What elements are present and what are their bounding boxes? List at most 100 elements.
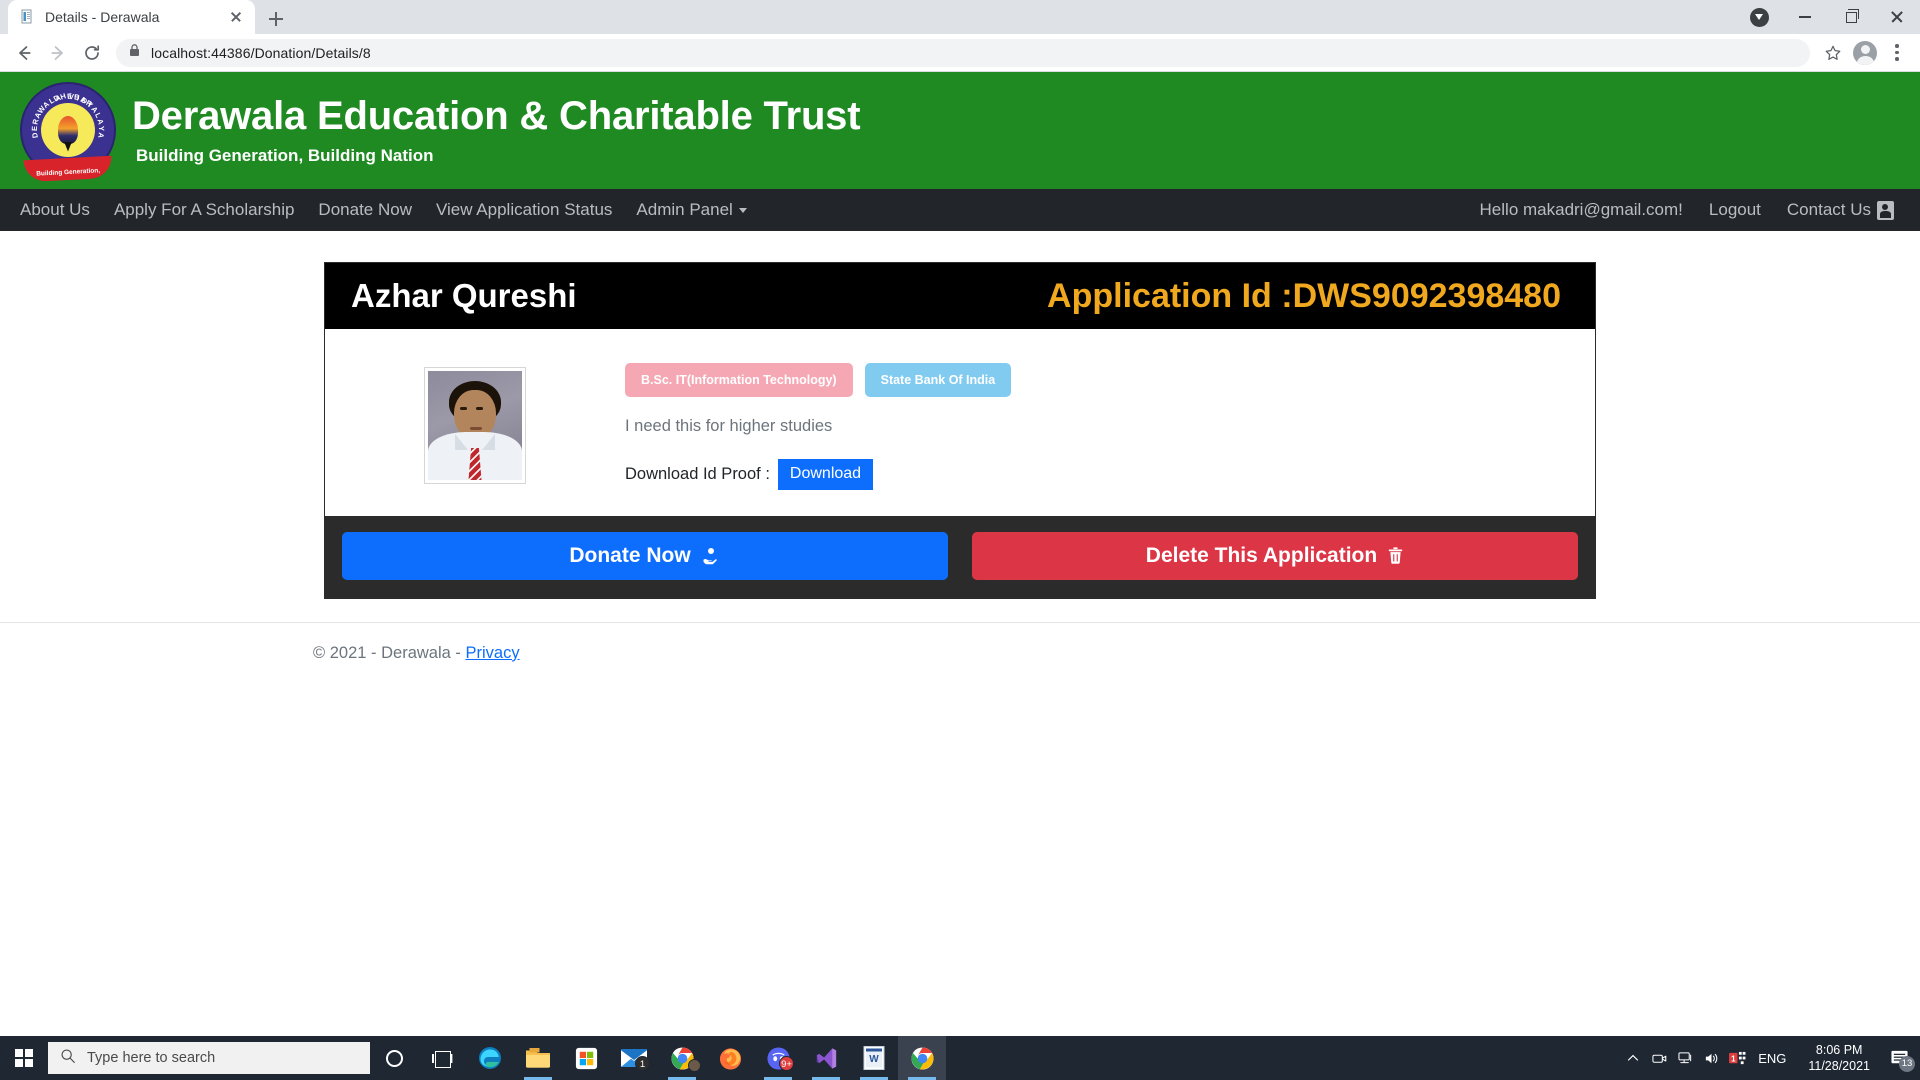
taskbar-app-word[interactable]: W [850,1036,898,1080]
star-icon[interactable] [1818,38,1848,68]
taskbar-app-chrome[interactable] [898,1036,946,1080]
nav-label: Donate Now [318,200,412,219]
browser-titlebar: Details - Derawala [0,0,1920,34]
window-controls [1736,0,1920,34]
applicant-name: Azhar Qureshi [351,277,577,314]
derawala-logo: DERAWALA VIDYALAYADHEBAR Building Genera… [22,83,114,182]
browser-tab[interactable]: Details - Derawala [8,0,255,34]
sidebar-item-view-application-status[interactable]: View Application Status [436,200,612,220]
task-view-icon[interactable] [418,1036,466,1080]
donate-now-label: Donate Now [569,543,691,567]
discord-badge: 9+ [779,1056,794,1071]
logo-ribbon-text: Building Generation, Building Nation [36,166,101,178]
badge-row: B.Sc. IT(Information Technology) State B… [625,363,1595,397]
nav-label: View Application Status [435,200,613,219]
taskbar-app-list: 1 9+ W [466,1036,946,1080]
clock[interactable]: 8:06 PM 11/28/2021 [1796,1042,1882,1074]
taskbar-app-edge[interactable] [466,1036,514,1080]
nav-label: Admin Panel [636,200,733,219]
copyright-text: © 2021 - Derawala - [313,643,466,662]
sidebar-item-about-us[interactable]: About Us [20,200,90,220]
mail-badge: 1 [635,1056,650,1071]
search-placeholder: Type here to search [87,1050,216,1066]
taskbar-app-file-explorer[interactable] [514,1036,562,1080]
plus-icon[interactable] [259,4,293,34]
nav-label: About Us [20,200,90,219]
download-circle-icon[interactable] [1736,0,1782,34]
page-title: Derawala Education & Charitable Trust [132,93,861,138]
ime-icon[interactable]: 1 [1724,1036,1750,1080]
browser-toolbar: localhost:44386/Donation/Details/8 [0,34,1920,72]
clock-time: 8:06 PM [1815,1043,1863,1057]
maximize-icon[interactable] [1828,0,1874,34]
language-indicator[interactable]: ENG [1750,1051,1796,1066]
taskbar-app-firefox[interactable] [706,1036,754,1080]
notification-icon[interactable]: 13 [1882,1036,1916,1080]
contact-us-label: Contact Us [1786,200,1871,219]
camera-icon[interactable] [1646,1036,1672,1080]
search-input[interactable]: Type here to search [48,1042,370,1074]
site-header: DERAWALA VIDYALAYADHEBAR Building Genera… [0,72,1920,187]
contact-us-link[interactable]: Contact Us [1787,200,1894,220]
user-greeting[interactable]: Hello makadri@gmail.com! [1480,200,1683,220]
tab-title: Details - Derawala [45,9,160,25]
download-button[interactable]: Download [777,459,874,490]
address-bar[interactable]: localhost:44386/Donation/Details/8 [116,38,1810,67]
sidebar-item-donate-now[interactable]: Donate Now [318,200,412,220]
minimize-icon[interactable] [1782,0,1828,34]
content-area: Azhar Qureshi Application Id :DWS9092398… [0,231,1920,663]
photo-column [325,353,625,484]
nav-label: Apply For A Scholarship [113,200,295,219]
close-window-icon[interactable] [1874,0,1920,34]
taskbar-app-microsoft-store[interactable] [562,1036,610,1080]
detail-column: B.Sc. IT(Information Technology) State B… [625,353,1595,490]
status-badge-bank: State Bank Of India [864,363,1012,397]
donate-now-button[interactable]: Donate Now [342,531,948,580]
card-footer: Donate Now Delete This Application [325,515,1595,598]
page-footer: © 2021 - Derawala - Privacy [0,621,1920,663]
lock-icon [128,43,141,62]
card-header: Azhar Qureshi Application Id :DWS9092398… [325,263,1595,329]
clock-date: 11/28/2021 [1808,1059,1870,1073]
windows-start-icon[interactable] [0,1036,48,1080]
page-icon [20,9,36,25]
windows-taskbar: Type here to search 1 9+ W 1 ENG 8:06 PM… [0,1036,1920,1080]
status-badge-course: B.Sc. IT(Information Technology) [625,363,853,397]
back-arrow-icon[interactable] [8,37,40,69]
svg-text:1: 1 [1731,1054,1736,1063]
volume-icon[interactable] [1698,1036,1724,1080]
profile-avatar-icon[interactable] [1850,38,1880,68]
taskbar-app-discord[interactable]: 9+ [754,1036,802,1080]
contact-card-icon [1877,200,1894,220]
close-icon[interactable] [227,8,245,26]
site-branding: Derawala Education & Charitable Trust Bu… [132,93,861,166]
privacy-link[interactable]: Privacy [465,644,519,662]
chevron-up-icon[interactable] [1620,1036,1646,1080]
reload-icon[interactable] [76,37,108,69]
system-tray: 1 ENG 8:06 PM 11/28/2021 13 [1620,1036,1920,1080]
taskbar-app-chrome-profile[interactable] [658,1036,706,1080]
taskbar-app-mail[interactable]: 1 [610,1036,658,1080]
logo-inner-circle [41,102,95,157]
forward-arrow-icon[interactable] [42,37,74,69]
application-id: Application Id :DWS9092398480 [1047,276,1561,315]
tab-strip: Details - Derawala [0,0,293,34]
navbar-left: About Us Apply For A Scholarship Donate … [20,200,747,220]
search-icon [60,1048,76,1069]
delete-application-label: Delete This Application [1145,543,1378,567]
taskbar-app-visual-studio[interactable] [802,1036,850,1080]
logout-button[interactable]: Logout [1709,200,1761,220]
sidebar-item-admin-panel[interactable]: Admin Panel [636,200,747,220]
hand-holding-coin-icon [701,546,721,566]
svg-text:W: W [869,1054,879,1065]
card-body: B.Sc. IT(Information Technology) State B… [325,329,1595,516]
three-dot-menu-icon[interactable] [1882,38,1912,68]
download-id-proof-row: Download Id Proof : Download [625,459,1595,490]
web-page: DERAWALA VIDYALAYADHEBAR Building Genera… [0,72,1920,1026]
download-id-proof-label: Download Id Proof : [625,464,770,483]
cortana-icon[interactable] [370,1036,418,1080]
network-icon[interactable] [1672,1036,1698,1080]
sidebar-item-apply-scholarship[interactable]: Apply For A Scholarship [114,200,294,220]
delete-application-button[interactable]: Delete This Application [972,531,1578,580]
application-reason: I need this for higher studies [625,417,833,435]
